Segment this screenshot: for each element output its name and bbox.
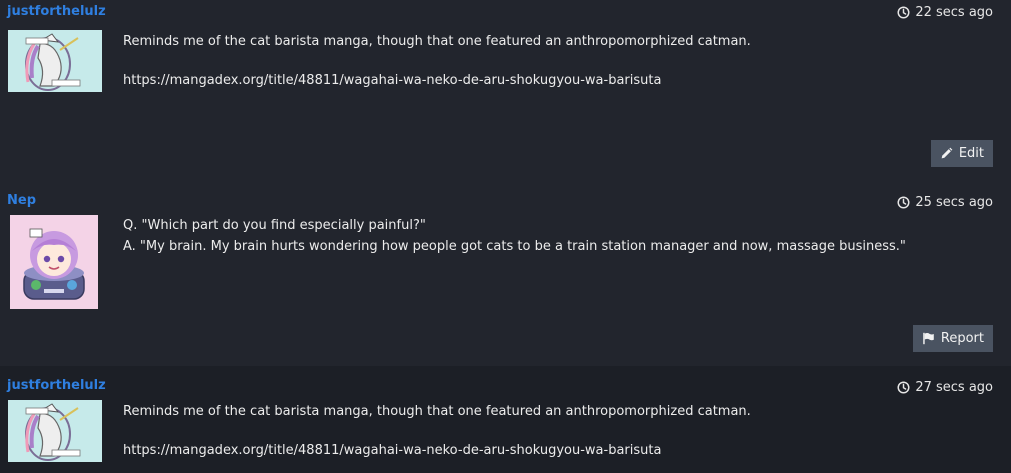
author-link[interactable]: justforthelulz (7, 4, 106, 19)
report-button-label: Report (940, 331, 984, 346)
pencil-icon (941, 147, 953, 159)
user-avatar[interactable] (8, 400, 102, 462)
comment-line (123, 52, 751, 70)
flag-icon (923, 332, 934, 345)
clock-icon (897, 381, 910, 394)
comment-line: Q. "Which part do you find especially pa… (123, 218, 426, 233)
timestamp: 25 secs ago (897, 195, 993, 210)
comment-link[interactable]: https://mangadex.org/title/48811/wagahai… (123, 70, 751, 91)
user-avatar[interactable] (8, 30, 102, 92)
comment-post: justforthelulz 27 secs ago Reminds me of… (0, 366, 1011, 473)
comment-body: Q. "Which part do you find especially pa… (123, 215, 906, 257)
timestamp: 27 secs ago (897, 380, 993, 395)
comment-line (123, 422, 751, 440)
user-avatar[interactable] (10, 215, 98, 309)
comment-body: Reminds me of the cat barista manga, tho… (123, 31, 751, 91)
edit-button-label: Edit (958, 146, 984, 161)
comment-post: justforthelulz 22 secs ago Reminds me of… (0, 0, 1011, 183)
unicorn-avatar-image (8, 400, 102, 462)
comment-line: Reminds me of the cat barista manga, tho… (123, 34, 751, 49)
clock-icon (897, 6, 910, 19)
report-button[interactable]: Report (912, 325, 993, 352)
comment-line: A. "My brain. My brain hurts wondering h… (123, 239, 906, 254)
anime-girl-avatar-image (10, 215, 98, 309)
timestamp: 22 secs ago (897, 5, 993, 20)
author-link[interactable]: justforthelulz (7, 378, 106, 393)
comment-post: Nep 25 secs ago Q. "Which part do you fi… (0, 183, 1011, 366)
unicorn-avatar-image (8, 30, 102, 92)
edit-button[interactable]: Edit (930, 140, 993, 167)
timestamp-text: 27 secs ago (915, 380, 993, 395)
author-link[interactable]: Nep (7, 193, 36, 208)
comment-line: Reminds me of the cat barista manga, tho… (123, 404, 751, 419)
timestamp-text: 25 secs ago (915, 195, 993, 210)
timestamp-text: 22 secs ago (915, 5, 993, 20)
clock-icon (897, 196, 910, 209)
comment-link[interactable]: https://mangadex.org/title/48811/wagahai… (123, 440, 751, 461)
comment-body: Reminds me of the cat barista manga, tho… (123, 401, 751, 461)
